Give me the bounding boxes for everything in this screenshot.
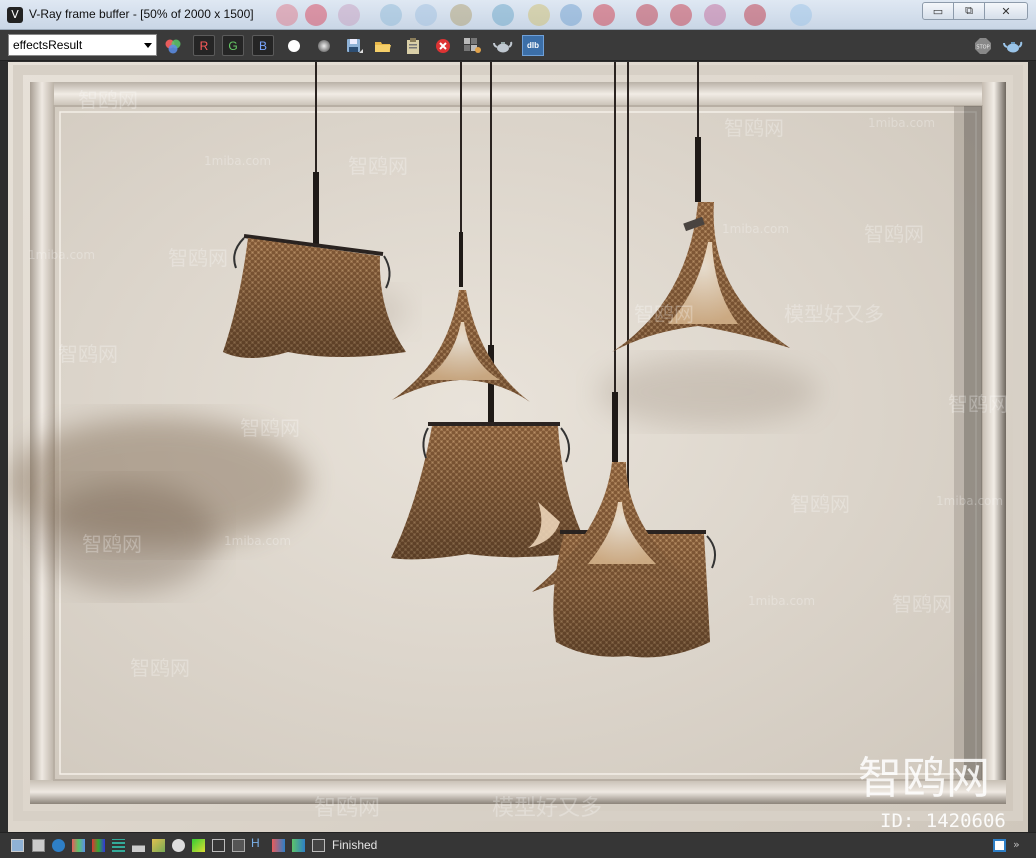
vfb-toolbar: effectsResult R G B dlb STOP xyxy=(0,30,1036,61)
color-channels-icon[interactable] xyxy=(162,35,184,56)
background-app-icon xyxy=(528,4,550,26)
compare-icon[interactable] xyxy=(272,839,285,852)
curve-icon[interactable] xyxy=(212,839,225,852)
render-teapot-icon[interactable] xyxy=(1002,35,1024,56)
title-bar: V V-Ray frame buffer - [50% of 2000 x 15… xyxy=(0,0,1036,30)
window-title: V-Ray frame buffer - [50% of 2000 x 1500… xyxy=(29,7,254,21)
red-channel-button[interactable]: R xyxy=(193,35,215,56)
collapse-icon[interactable]: » xyxy=(1013,839,1026,852)
histogram-icon[interactable] xyxy=(132,839,145,852)
background-app-icon xyxy=(744,4,766,26)
render-viewport[interactable]: 智鸥网 1miba.com 智鸥网 智鸥网 1miba.com 1miba.co… xyxy=(8,62,1028,832)
ab-compare-icon[interactable] xyxy=(292,839,305,852)
expand-panel-icon[interactable] xyxy=(993,839,1006,852)
vray-app-icon: V xyxy=(7,7,23,23)
stats-icon[interactable] xyxy=(112,839,125,852)
background-app-icon xyxy=(704,4,726,26)
minimize-button[interactable]: ▭ xyxy=(922,2,954,20)
chevron-down-icon xyxy=(144,43,152,48)
lut-icon[interactable] xyxy=(232,839,245,852)
background-app-icon xyxy=(636,4,658,26)
background-app-icon xyxy=(305,4,327,26)
hsl-button[interactable]: H xyxy=(251,836,260,850)
background-app-icon xyxy=(492,4,514,26)
whitebalance-icon[interactable] xyxy=(192,839,205,852)
background-app-icon xyxy=(670,4,692,26)
log-icon[interactable] xyxy=(32,839,45,852)
levels-icon[interactable] xyxy=(92,839,105,852)
settings-icon[interactable] xyxy=(312,839,325,852)
clear-image-icon[interactable] xyxy=(432,35,454,56)
load-image-icon[interactable] xyxy=(372,35,394,56)
render-channel-dropdown[interactable]: effectsResult xyxy=(8,34,157,56)
background-app-icon xyxy=(790,4,812,26)
exposure-icon[interactable] xyxy=(152,839,165,852)
dlb-button[interactable]: dlb xyxy=(522,35,544,56)
stop-render-icon[interactable]: STOP xyxy=(972,35,994,56)
background-app-icon xyxy=(380,4,402,26)
wicker-pendant-lamp xyxy=(223,234,406,358)
render-channel-value: effectsResult xyxy=(13,38,83,52)
background-app-icon xyxy=(560,4,582,26)
blue-channel-button[interactable]: B xyxy=(252,35,274,56)
background-app-icon xyxy=(450,4,472,26)
render-status-text: Finished xyxy=(332,838,378,852)
save-image-icon[interactable] xyxy=(343,35,365,56)
background-app-icon xyxy=(338,4,360,26)
lens-effects-icon[interactable] xyxy=(172,839,185,852)
clipboard-icon[interactable] xyxy=(402,35,424,56)
background-app-icon xyxy=(415,4,437,26)
info-icon[interactable] xyxy=(52,839,65,852)
color-correction-icon[interactable] xyxy=(72,839,85,852)
background-app-icon xyxy=(276,4,298,26)
teapot-render-icon[interactable] xyxy=(492,35,514,56)
status-bar: H Finished » xyxy=(0,832,1036,858)
close-button[interactable]: ✕ xyxy=(984,2,1028,20)
history-icon[interactable] xyxy=(11,839,24,852)
region-render-icon[interactable] xyxy=(462,35,484,56)
window-controls: ▭ ⧉ ✕ xyxy=(922,2,1028,20)
svg-text:STOP: STOP xyxy=(976,44,989,50)
vray-frame-buffer-window: V V-Ray frame buffer - [50% of 2000 x 15… xyxy=(0,0,1036,858)
green-channel-button[interactable]: G xyxy=(222,35,244,56)
restore-button[interactable]: ⧉ xyxy=(953,2,985,20)
rendered-image xyxy=(8,62,1028,832)
monochrome-icon[interactable] xyxy=(313,35,335,56)
alpha-white-icon[interactable] xyxy=(283,35,305,56)
background-app-icon xyxy=(593,4,615,26)
